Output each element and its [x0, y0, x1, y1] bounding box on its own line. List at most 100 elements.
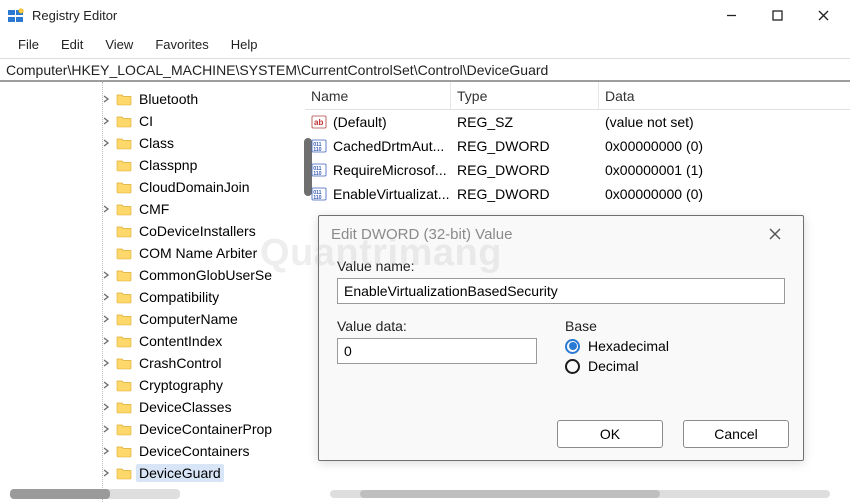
value-type: REG_DWORD [451, 162, 599, 178]
menu-file[interactable]: File [8, 35, 49, 54]
cancel-button[interactable]: Cancel [683, 420, 789, 448]
menu-favorites[interactable]: Favorites [145, 35, 218, 54]
expand-chevron-icon[interactable] [100, 270, 112, 280]
expand-chevron-icon[interactable] [100, 402, 112, 412]
value-name-field[interactable] [337, 278, 785, 304]
ok-button[interactable]: OK [557, 420, 663, 448]
radio-decimal[interactable]: Decimal [565, 358, 669, 374]
expand-chevron-icon[interactable] [100, 358, 112, 368]
expand-chevron-icon[interactable] [100, 446, 112, 456]
close-button[interactable] [800, 0, 846, 32]
radio-hex-label: Hexadecimal [588, 338, 669, 354]
radio-dec-label: Decimal [588, 358, 639, 374]
tree-item[interactable]: CoDeviceInstallers [100, 220, 300, 242]
value-data-field[interactable] [337, 338, 537, 364]
radio-dot-icon [565, 359, 580, 374]
list-row[interactable]: RequireMicrosof...REG_DWORD0x00000001 (1… [305, 158, 850, 182]
tree-item[interactable]: Compatibility [100, 286, 300, 308]
radio-hexadecimal[interactable]: Hexadecimal [565, 338, 669, 354]
tree-item-label: Cryptography [136, 376, 226, 394]
tree-item[interactable]: CI [100, 110, 300, 132]
tree-item-label: ComputerName [136, 310, 241, 328]
dialog-close-button[interactable] [759, 220, 791, 248]
expand-chevron-icon[interactable] [100, 204, 112, 214]
expand-chevron-icon[interactable] [100, 468, 112, 478]
tree-item[interactable]: Cryptography [100, 374, 300, 396]
folder-icon [116, 114, 132, 128]
value-name-label: Value name: [337, 258, 785, 274]
folder-icon [116, 312, 132, 326]
regedit-app-icon [8, 8, 24, 24]
tree-item-label: Classpnp [136, 156, 200, 174]
tree-item-label: DeviceContainers [136, 442, 253, 460]
base-label: Base [565, 318, 669, 334]
value-data: 0x00000000 (0) [599, 186, 850, 202]
value-name: CachedDrtmAut... [333, 138, 444, 154]
tree-item[interactable]: Bluetooth [100, 88, 300, 110]
column-data[interactable]: Data [599, 82, 850, 109]
folder-icon [116, 92, 132, 106]
tree-item[interactable]: Classpnp [100, 154, 300, 176]
expand-chevron-icon[interactable] [100, 94, 112, 104]
tree-item-label: CommonGlobUserSe [136, 266, 275, 284]
expand-chevron-icon[interactable] [100, 424, 112, 434]
expand-chevron-icon[interactable] [100, 116, 112, 126]
app-title: Registry Editor [32, 8, 117, 23]
list-row[interactable]: EnableVirtualizat...REG_DWORD0x00000000 … [305, 182, 850, 206]
maximize-button[interactable] [754, 0, 800, 32]
expand-chevron-icon[interactable] [100, 138, 112, 148]
string-value-icon [311, 114, 327, 130]
tree-item-label: CrashControl [136, 354, 224, 372]
expand-chevron-icon[interactable] [100, 380, 112, 390]
dword-value-icon [311, 162, 327, 178]
value-data: 0x00000000 (0) [599, 138, 850, 154]
tree-item[interactable]: COM Name Arbiter [100, 242, 300, 264]
expand-chevron-icon[interactable] [100, 336, 112, 346]
folder-icon [116, 246, 132, 260]
folder-icon [116, 334, 132, 348]
tree-item-label: Compatibility [136, 288, 222, 306]
value-name: RequireMicrosof... [333, 162, 447, 178]
tree-item[interactable]: ComputerName [100, 308, 300, 330]
tree-item-label: CMF [136, 200, 172, 218]
column-type[interactable]: Type [451, 82, 599, 109]
address-bar[interactable]: Computer\HKEY_LOCAL_MACHINE\SYSTEM\Curre… [0, 58, 850, 82]
titlebar: Registry Editor [0, 0, 850, 32]
tree-item[interactable]: CrashControl [100, 352, 300, 374]
folder-icon [116, 444, 132, 458]
tree-item-label: CloudDomainJoin [136, 178, 253, 196]
list-horizontal-scrollbar[interactable] [330, 490, 830, 498]
tree-item[interactable]: ContentIndex [100, 330, 300, 352]
tree-item-label: DeviceGuard [136, 464, 224, 482]
list-row[interactable]: CachedDrtmAut...REG_DWORD0x00000000 (0) [305, 134, 850, 158]
menu-view[interactable]: View [95, 35, 143, 54]
value-data: (value not set) [599, 114, 850, 130]
dword-value-icon [311, 186, 327, 202]
folder-icon [116, 466, 132, 480]
tree-item-label: Bluetooth [136, 90, 201, 108]
menu-help[interactable]: Help [221, 35, 268, 54]
value-type: REG_DWORD [451, 186, 599, 202]
tree-item-label: COM Name Arbiter [136, 244, 260, 262]
tree-item[interactable]: CommonGlobUserSe [100, 264, 300, 286]
tree-item[interactable]: Class [100, 132, 300, 154]
key-tree[interactable]: Bluetooth CIClass Classpnp CloudDomainJoin C… [0, 82, 300, 502]
tree-item[interactable]: DeviceContainerProp [100, 418, 300, 440]
folder-icon [116, 290, 132, 304]
expand-chevron-icon[interactable] [100, 314, 112, 324]
list-row[interactable]: (Default)REG_SZ(value not set) [305, 110, 850, 134]
folder-icon [116, 202, 132, 216]
menu-edit[interactable]: Edit [51, 35, 93, 54]
tree-item[interactable]: DeviceGuard [100, 462, 300, 484]
tree-item-label: DeviceContainerProp [136, 420, 275, 438]
tree-item[interactable]: CloudDomainJoin [100, 176, 300, 198]
tree-horizontal-scrollbar[interactable] [10, 489, 180, 499]
minimize-button[interactable] [708, 0, 754, 32]
column-name[interactable]: Name [305, 82, 451, 109]
folder-icon [116, 268, 132, 282]
tree-item[interactable]: CMF [100, 198, 300, 220]
expand-chevron-icon[interactable] [100, 292, 112, 302]
folder-icon [116, 356, 132, 370]
tree-item[interactable]: DeviceClasses [100, 396, 300, 418]
tree-item[interactable]: DeviceContainers [100, 440, 300, 462]
